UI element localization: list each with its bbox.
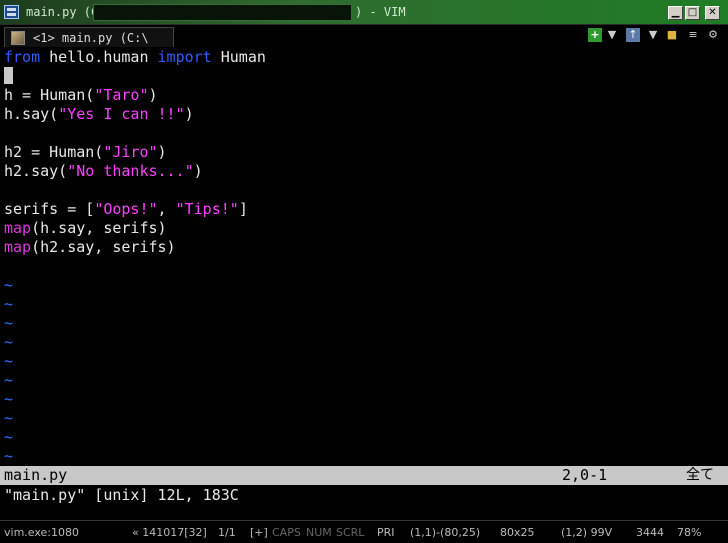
empty-line-tilde: ~ [4, 371, 14, 389]
code-token: hello.human [40, 48, 158, 66]
code-token: serifs = [ [4, 200, 95, 218]
empty-line-tilde: ~ [4, 314, 14, 332]
region-label: (1,1)-(80,25) [410, 526, 481, 539]
statusline-percent: 全て [686, 467, 714, 483]
window-titlebar[interactable]: main.py (C: ) - VIM ▁ □ ✕ [0, 0, 728, 24]
size-label: 80x25 [500, 526, 535, 539]
code-line[interactable]: h2.say("No thanks...") [4, 162, 203, 181]
code-line[interactable] [4, 67, 13, 86]
code-line[interactable]: h = Human("Taro") [4, 86, 158, 105]
console-status-bar: vim.exe:1080 « 141017[32] 1/1 [+] CAPS N… [0, 520, 728, 543]
code-line[interactable]: map(h2.say, serifs) [4, 238, 176, 257]
code-line[interactable]: from hello.human import Human [4, 48, 266, 67]
tab-main-py[interactable]: <1> main.py (C:\ [4, 27, 174, 48]
vim-tab-icon [11, 31, 25, 45]
code-token: (h.say, serifs) [31, 219, 167, 237]
scrl-indicator: SCRL [336, 526, 365, 539]
vim-statusline: main.py 2,0-1 全て [0, 466, 728, 485]
text-cursor [4, 67, 13, 84]
code-line[interactable]: h.say("Yes I can !!") [4, 105, 194, 124]
string-token: "Tips!" [175, 200, 239, 218]
code-token: ) [148, 86, 158, 104]
code-token: h.say( [4, 105, 59, 123]
editor-buffer[interactable]: from hello.human import Human h = Human("… [0, 47, 728, 466]
tab-label: <1> main.py (C:\ [33, 31, 149, 45]
code-line[interactable]: map(h.say, serifs) [4, 219, 167, 238]
string-token: "Taro" [94, 86, 149, 104]
gear-icon[interactable]: ⚙ [706, 28, 720, 42]
empty-line-tilde: ~ [4, 409, 14, 427]
list-icon[interactable]: ≡ [686, 28, 700, 42]
plus-icon[interactable]: + [588, 28, 602, 42]
close-button[interactable]: ✕ [705, 6, 720, 20]
num-indicator: NUM [306, 526, 332, 539]
process-label[interactable]: vim.exe:1080 [4, 526, 79, 539]
statusline-filename: main.py [4, 466, 68, 484]
console-app-icon[interactable] [4, 5, 19, 19]
builtin-token: map [4, 238, 32, 256]
code-token: , [157, 200, 176, 218]
code-token: (h2.say, serifs) [31, 238, 176, 256]
code-line[interactable]: serifs = ["Oops!", "Tips!"] [4, 200, 248, 219]
empty-line-tilde: ~ [4, 295, 14, 313]
code-token: h2.say( [4, 162, 68, 180]
keyword-token: import [157, 48, 212, 66]
builtin-token: map [4, 219, 32, 237]
empty-line-tilde: ~ [4, 390, 14, 408]
empty-line-tilde: ~ [4, 352, 14, 370]
tab-count: 1/1 [218, 526, 236, 539]
empty-line-tilde: ~ [4, 333, 14, 351]
lock-icon[interactable]: ■ [665, 28, 679, 42]
pid-label: 3444 [636, 526, 664, 539]
window-title-field [93, 4, 352, 21]
dropdown-icon[interactable]: ▼ [646, 28, 660, 42]
string-token: "Yes I can !!" [58, 105, 185, 123]
window-title-suffix: ) - VIM [355, 5, 406, 19]
build-label: « 141017[32] [132, 526, 207, 539]
string-token: "Jiro" [103, 143, 158, 161]
percent-label: 78% [677, 526, 702, 539]
code-token: Human [211, 48, 266, 66]
modified-flag: [+] [250, 526, 268, 539]
code-token: h2 = Human( [4, 143, 104, 161]
cursor-label: (1,2) 99V [561, 526, 613, 539]
maximize-button[interactable]: □ [685, 6, 700, 20]
code-token: h = Human( [4, 86, 95, 104]
vim-command-line[interactable]: "main.py" [unix] 12L, 183C [4, 486, 239, 505]
priority-label: PRI [377, 526, 395, 539]
code-line[interactable]: h2 = Human("Jiro") [4, 143, 167, 162]
code-token: ) [193, 162, 203, 180]
minimize-button[interactable]: ▁ [668, 6, 683, 20]
statusline-position: 2,0-1 [562, 466, 608, 484]
string-token: "No thanks..." [67, 162, 194, 180]
upload-icon[interactable]: ↑ [626, 28, 640, 42]
code-token: ) [157, 143, 167, 161]
code-token: ] [238, 200, 248, 218]
code-token: ) [184, 105, 194, 123]
dropdown-icon[interactable]: ▼ [605, 28, 619, 42]
empty-line-tilde: ~ [4, 447, 14, 465]
caps-indicator: CAPS [272, 526, 301, 539]
empty-line-tilde: ~ [4, 276, 14, 294]
string-token: "Oops!" [94, 200, 158, 218]
empty-line-tilde: ~ [4, 428, 14, 446]
keyword-token: from [4, 48, 41, 66]
